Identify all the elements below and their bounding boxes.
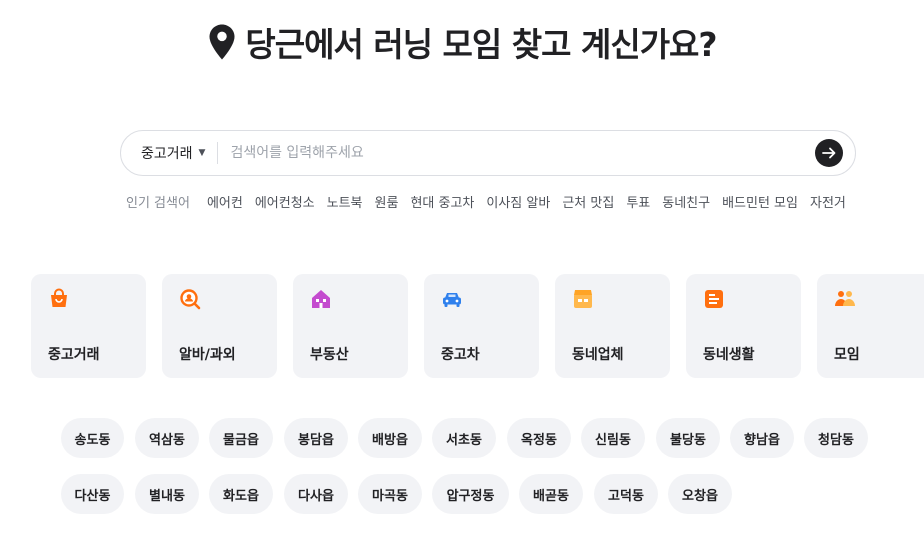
caret-down-icon: ▼ (198, 148, 206, 158)
store-icon (574, 290, 592, 308)
neighborhood-chip[interactable]: 향남읍 (730, 418, 794, 458)
neighborhood-chip[interactable]: 신림동 (581, 418, 645, 458)
popular-keyword[interactable]: 현대 중고차 (410, 192, 474, 211)
neighborhood-chip[interactable]: 다산동 (61, 474, 124, 514)
neighborhood-chip[interactable]: 물금읍 (209, 418, 273, 458)
notice-board-icon (705, 290, 723, 308)
category-card-label: 알바/과외 (179, 347, 236, 363)
neighborhood-chip[interactable]: 옥정동 (507, 418, 571, 458)
category-card-label: 부동산 (310, 347, 349, 363)
shopping-bag-icon (51, 288, 67, 307)
popular-keyword[interactable]: 노트북 (327, 192, 363, 211)
popular-keyword[interactable]: 근처 맛집 (562, 192, 614, 211)
neighborhood-chip[interactable]: 배방읍 (358, 418, 422, 458)
popular-keyword[interactable]: 배드민턴 모임 (722, 192, 798, 211)
page-headline: 당근에서 러닝 모임 찾고 계신가요? (0, 18, 924, 66)
category-card-real-estate[interactable]: 부동산 (293, 274, 408, 378)
neighborhood-chip[interactable]: 고덕동 (594, 474, 658, 514)
popular-searches: 인기 검색어 에어컨 에어컨청소 노트북 원룸 현대 중고차 이사짐 알바 근처… (126, 192, 858, 211)
neighborhood-chip[interactable]: 역삼동 (135, 418, 199, 458)
popular-keyword[interactable]: 이사짐 알바 (486, 192, 550, 211)
search-bar: 중고거래 ▼ (120, 130, 856, 176)
headline-text: 당근에서 러닝 모임 찾고 계신가요? (245, 25, 717, 64)
popular-keyword[interactable]: 에어컨청소 (255, 192, 315, 211)
car-icon (443, 293, 461, 307)
neighborhood-chip[interactable]: 송도동 (61, 418, 124, 458)
popular-searches-label: 인기 검색어 (126, 196, 190, 211)
neighborhood-chip[interactable]: 화도읍 (209, 474, 273, 514)
group-icon (835, 291, 855, 306)
neighborhood-chip[interactable]: 청담동 (804, 418, 868, 458)
neighborhood-chip[interactable]: 배곧동 (519, 474, 583, 514)
category-card-used-goods[interactable]: 중고거래 (31, 274, 146, 378)
popular-keyword[interactable]: 원룸 (375, 192, 399, 211)
popular-keyword[interactable]: 에어컨 (207, 192, 243, 211)
category-dropdown-label: 중고거래 (141, 146, 193, 162)
search-input[interactable] (218, 144, 815, 162)
category-card-label: 모임 (834, 347, 860, 363)
neighborhood-chip[interactable]: 다사읍 (284, 474, 348, 514)
neighborhood-chip[interactable]: 불당동 (656, 418, 720, 458)
neighborhood-chip[interactable]: 압구정동 (432, 474, 509, 514)
neighborhood-chip[interactable]: 별내동 (135, 474, 199, 514)
arrow-right-icon (822, 147, 836, 159)
popular-keyword[interactable]: 투표 (626, 192, 650, 211)
category-dropdown[interactable]: 중고거래 ▼ (121, 142, 219, 164)
neighborhood-chip[interactable]: 봉담읍 (284, 418, 348, 458)
search-person-icon (180, 289, 201, 310)
neighborhood-chip[interactable]: 서초동 (432, 418, 496, 458)
neighborhood-chip[interactable]: 마곡동 (358, 474, 422, 514)
neighborhood-chip[interactable]: 오창읍 (668, 474, 732, 514)
category-card-label: 중고차 (441, 347, 480, 363)
category-card-used-cars[interactable]: 중고차 (424, 274, 539, 378)
category-card-label: 동네생활 (703, 347, 755, 363)
category-card-local-business[interactable]: 동네업체 (555, 274, 670, 378)
location-pin-icon (209, 24, 235, 60)
search-submit-button[interactable] (815, 139, 843, 167)
category-card-groups[interactable]: 모임 (817, 274, 924, 378)
category-card-label: 중고거래 (48, 347, 100, 363)
house-icon (312, 290, 330, 308)
popular-keyword[interactable]: 동네친구 (662, 192, 710, 211)
category-card-community[interactable]: 동네생활 (686, 274, 801, 378)
category-card-label: 동네업체 (572, 347, 624, 363)
popular-keyword[interactable]: 자전거 (810, 192, 846, 211)
category-card-jobs[interactable]: 알바/과외 (162, 274, 277, 378)
